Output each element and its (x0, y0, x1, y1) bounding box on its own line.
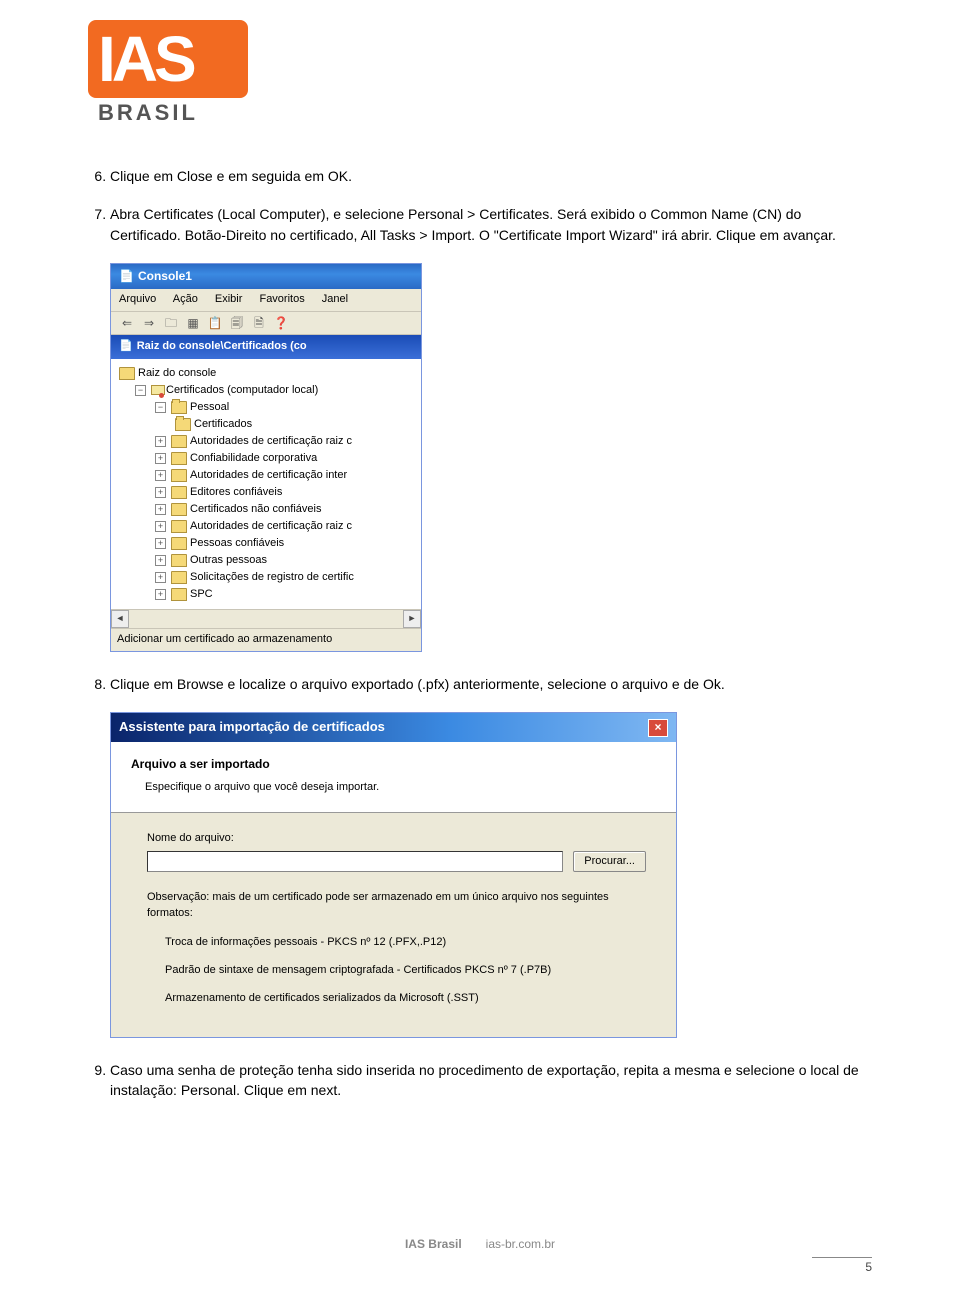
wizard-note: Observação: mais de um certificado pode … (147, 890, 646, 921)
instruction-list-3: Caso uma senha de proteção tenha sido in… (88, 1060, 872, 1101)
tree-root[interactable]: Raiz do console (115, 365, 417, 382)
mmc-menubar: Arquivo Ação Exibir Favoritos Janel (111, 289, 421, 312)
expand-icon[interactable]: + (155, 521, 166, 532)
folder-icon (119, 367, 135, 380)
browse-button[interactable]: Procurar... (573, 851, 646, 873)
properties-icon[interactable]: ▦ (185, 315, 201, 331)
expand-icon[interactable]: + (155, 487, 166, 498)
menu-janela[interactable]: Janel (322, 293, 348, 305)
wizard-titlebar: Assistente para importação de certificad… (111, 713, 676, 742)
tree-pessoal[interactable]: −Pessoal (115, 399, 417, 416)
tree-item[interactable]: +Autoridades de certificação raiz c (115, 433, 417, 450)
menu-favoritos[interactable]: Favoritos (259, 293, 304, 305)
folder-icon (171, 537, 187, 550)
menu-acao[interactable]: Ação (173, 293, 198, 305)
folder-icon (171, 435, 187, 448)
footer-brand: IAS Brasil (405, 1237, 462, 1251)
wizard-header: Arquivo a ser importado Especifique o ar… (111, 742, 676, 812)
refresh-icon[interactable]: 🗐 (229, 315, 245, 331)
mmc-path-text: Raiz do console\Certificados (co (137, 339, 307, 355)
menu-exibir[interactable]: Exibir (215, 293, 243, 305)
step-6: Clique em Close e em seguida em OK. (110, 166, 872, 186)
copy-icon[interactable]: 📋 (207, 315, 223, 331)
expand-icon[interactable]: + (155, 589, 166, 600)
file-input[interactable] (147, 851, 563, 872)
folder-icon (171, 503, 187, 516)
console-icon: 📄 (119, 268, 134, 285)
close-icon[interactable]: × (648, 719, 668, 737)
logo: IAS BRASIL (88, 20, 248, 126)
mmc-title-text: Console1 (138, 268, 192, 285)
step-9: Caso uma senha de proteção tenha sido in… (110, 1060, 872, 1101)
wizard-title-text: Assistente para importação de certificad… (119, 718, 385, 737)
instruction-list-2: Clique em Browse e localize o arquivo ex… (88, 674, 872, 694)
step-8: Clique em Browse e localize o arquivo ex… (110, 674, 872, 694)
file-label: Nome do arquivo: (147, 831, 646, 847)
tree-item[interactable]: +SPC (115, 586, 417, 603)
mmc-toolbar: ⇐ ⇒ 🗀 ▦ 📋 🗐 🗎 ❓ (111, 312, 421, 335)
expand-icon[interactable]: + (155, 538, 166, 549)
folder-icon (171, 452, 187, 465)
folder-open-icon (171, 401, 187, 414)
folder-icon (171, 571, 187, 584)
expand-icon[interactable]: + (155, 555, 166, 566)
mmc-console-screenshot: 📄 Console1 Arquivo Ação Exibir Favoritos… (110, 263, 422, 652)
mmc-statusbar: Adicionar um certificado ao armazenament… (111, 628, 421, 651)
up-icon[interactable]: 🗀 (163, 315, 179, 331)
folder-icon (171, 469, 187, 482)
logo-main: IAS (98, 22, 193, 96)
expand-icon[interactable]: + (155, 504, 166, 515)
format-pkcs7: Padrão de sintaxe de mensagem criptograf… (165, 963, 646, 979)
wizard-heading: Arquivo a ser importado (131, 756, 656, 773)
page-footer: IAS Brasil ias-br.com.br 5 (88, 1237, 872, 1274)
cert-icon (151, 385, 163, 397)
mmc-tree: Raiz do console −Certificados (computado… (111, 359, 421, 609)
wizard-body: Nome do arquivo: Procurar... Observação:… (111, 813, 676, 1037)
logo-sub: BRASIL (98, 100, 248, 126)
scroll-right-icon[interactable]: ► (403, 610, 421, 628)
mmc-path-bar: 📄 Raiz do console\Certificados (co (111, 335, 421, 359)
tree-item[interactable]: +Outras pessoas (115, 552, 417, 569)
folder-open-icon (175, 418, 191, 431)
expand-icon[interactable]: + (155, 436, 166, 447)
tree-certs[interactable]: −Certificados (computador local) (115, 382, 417, 399)
export-icon[interactable]: 🗎 (251, 315, 267, 331)
mmc-hscroll[interactable]: ◄ ► (111, 609, 421, 628)
folder-icon (171, 520, 187, 533)
folder-icon (171, 554, 187, 567)
tree-pessoal-sub[interactable]: Certificados (115, 416, 417, 433)
collapse-icon[interactable]: − (155, 402, 166, 413)
mmc-titlebar: 📄 Console1 (111, 264, 421, 289)
step-7: Abra Certificates (Local Computer), e se… (110, 204, 872, 245)
menu-arquivo[interactable]: Arquivo (119, 293, 156, 305)
tree-item[interactable]: +Pessoas confiáveis (115, 535, 417, 552)
folder-icon (171, 486, 187, 499)
folder-icon (171, 588, 187, 601)
format-pkcs12: Troca de informações pessoais - PKCS nº … (165, 935, 646, 951)
console-root-icon: 📄 (119, 339, 133, 355)
back-icon[interactable]: ⇐ (119, 315, 135, 331)
forward-icon[interactable]: ⇒ (141, 315, 157, 331)
expand-icon[interactable]: + (155, 470, 166, 481)
instruction-list: Clique em Close e em seguida em OK. Abra… (88, 166, 872, 245)
tree-item[interactable]: +Confiabilidade corporativa (115, 450, 417, 467)
page-number: 5 (812, 1257, 872, 1274)
footer-url: ias-br.com.br (486, 1237, 555, 1251)
collapse-icon[interactable]: − (135, 385, 146, 396)
tree-item[interactable]: +Certificados não confiáveis (115, 501, 417, 518)
tree-item[interactable]: +Autoridades de certificação raiz c (115, 518, 417, 535)
tree-item[interactable]: +Editores confiáveis (115, 484, 417, 501)
wizard-subheading: Especifique o arquivo que você deseja im… (145, 780, 656, 796)
format-sst: Armazenamento de certificados serializad… (165, 991, 646, 1007)
wizard-screenshot: Assistente para importação de certificad… (110, 712, 677, 1038)
expand-icon[interactable]: + (155, 453, 166, 464)
help-icon[interactable]: ❓ (273, 315, 289, 331)
tree-item[interactable]: +Autoridades de certificação inter (115, 467, 417, 484)
tree-item[interactable]: +Solicitações de registro de certific (115, 569, 417, 586)
scroll-left-icon[interactable]: ◄ (111, 610, 129, 628)
expand-icon[interactable]: + (155, 572, 166, 583)
